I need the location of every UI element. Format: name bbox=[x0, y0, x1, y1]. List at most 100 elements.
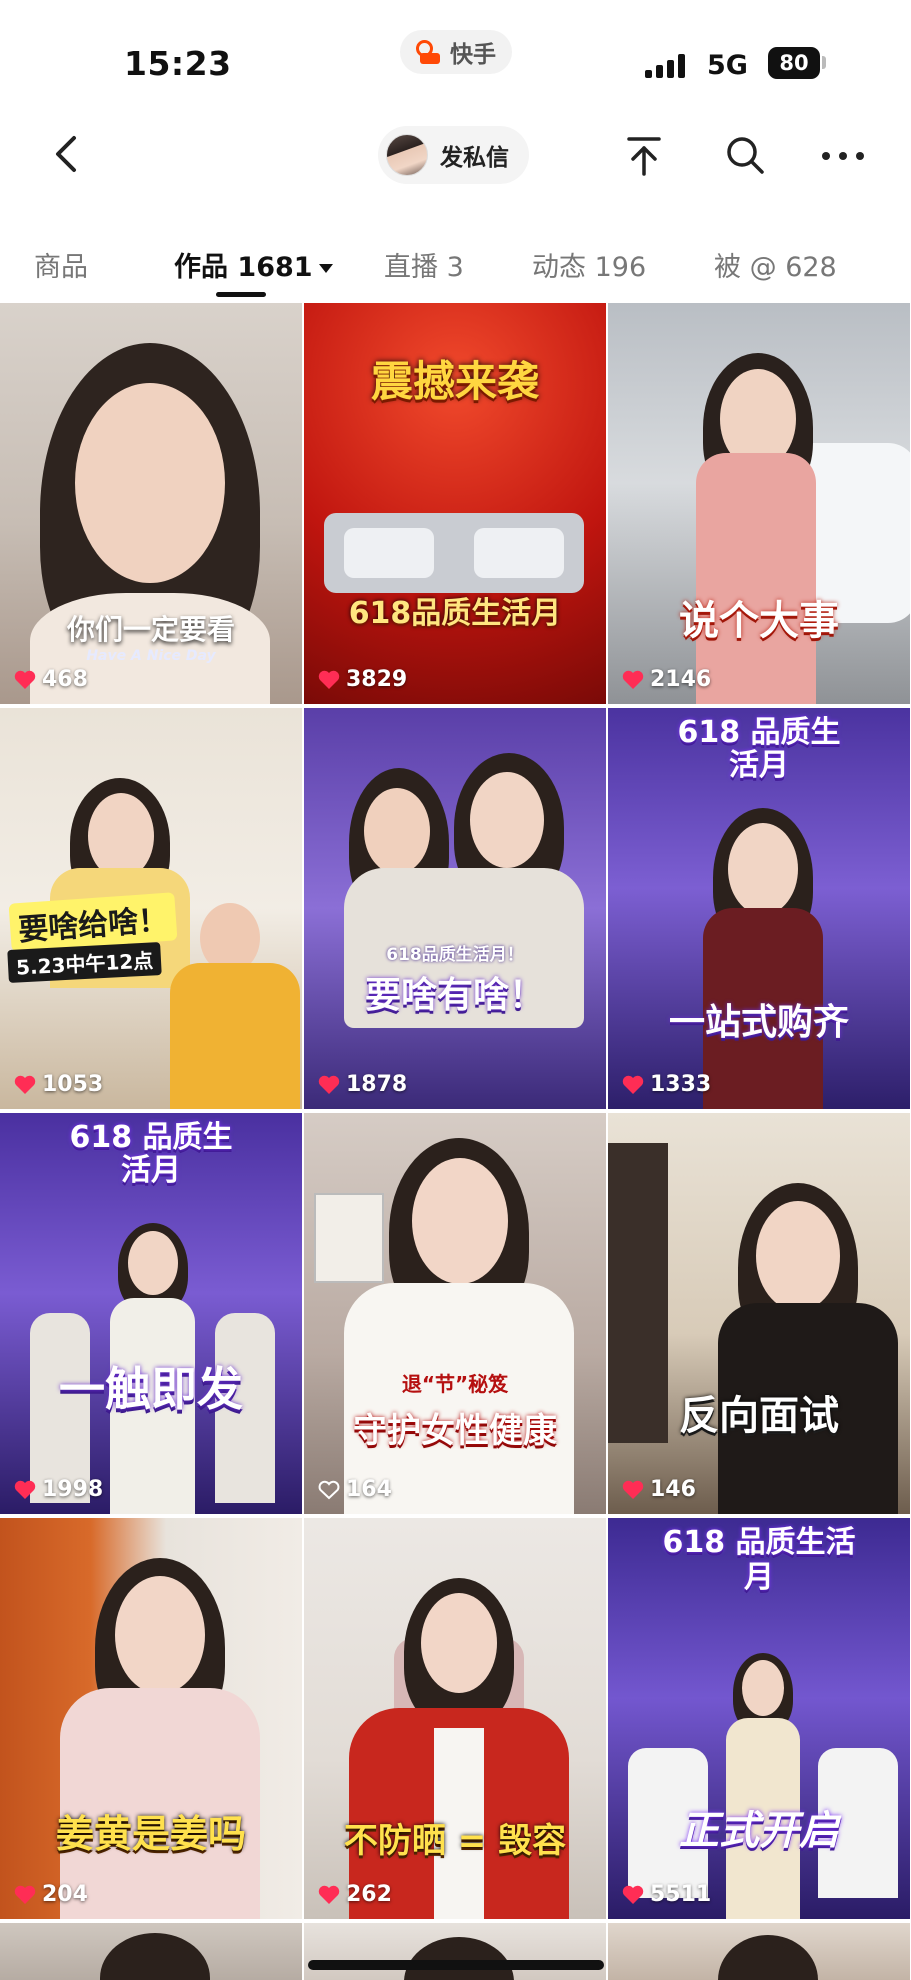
video-subcaption: 618品质生活月！ bbox=[386, 945, 524, 965]
video-tile[interactable]: 618 品质生活月 一触即发 1998 bbox=[0, 1113, 302, 1514]
video-tile[interactable]: 要啥给啥！ 5.23中午12点 1053 bbox=[0, 708, 302, 1109]
heart-icon bbox=[14, 1885, 36, 1904]
like-count-value: 2146 bbox=[650, 667, 712, 692]
video-tile-partial[interactable] bbox=[0, 1923, 302, 1980]
video-tile[interactable]: 618品质生活月！ 要啥有啥！ 1878 bbox=[304, 708, 606, 1109]
video-caption: 正式开启 bbox=[679, 1808, 839, 1854]
video-caption: 姜黄是姜吗 bbox=[55, 1812, 246, 1856]
like-count: 468 bbox=[14, 667, 88, 692]
video-grid: 你们一定要看 Have A Nice Day 468 震撼来袭 618品质生活月… bbox=[0, 303, 911, 1980]
like-count-value: 1053 bbox=[42, 1072, 104, 1097]
like-count: 2146 bbox=[622, 667, 711, 692]
tab-label: 被 @ bbox=[714, 252, 777, 283]
pin-top-icon[interactable] bbox=[624, 134, 664, 178]
like-count-value: 146 bbox=[650, 1477, 696, 1502]
video-caption: 说个大事 bbox=[679, 598, 839, 644]
heart-icon bbox=[622, 1480, 644, 1499]
heart-icon bbox=[318, 670, 340, 689]
battery-icon: 80 bbox=[768, 47, 820, 79]
home-indicator[interactable] bbox=[308, 1960, 604, 1970]
like-count-value: 5511 bbox=[650, 1882, 712, 1907]
like-count: 1998 bbox=[14, 1477, 103, 1502]
kuaishou-logo-icon bbox=[416, 40, 444, 64]
video-tile-partial[interactable] bbox=[304, 1923, 606, 1980]
video-tile[interactable]: 姜黄是姜吗 204 bbox=[0, 1518, 302, 1919]
status-time: 15:23 bbox=[124, 44, 232, 83]
send-message-label: 发私信 bbox=[440, 145, 509, 171]
heart-icon bbox=[318, 1885, 340, 1904]
network-label: 5G bbox=[707, 50, 748, 81]
battery-tip bbox=[822, 56, 826, 69]
video-subcaption: 618品质生活月 bbox=[348, 596, 562, 631]
video-subcaption: 退“节”秘笈 bbox=[401, 1372, 509, 1396]
like-count: 5511 bbox=[622, 1882, 711, 1907]
tab-count: 3 bbox=[446, 252, 464, 283]
video-subcaption: 618 品质生活月 bbox=[662, 1525, 856, 1595]
heart-icon bbox=[622, 1075, 644, 1094]
tab-count: 1681 bbox=[237, 252, 313, 283]
like-count: 262 bbox=[318, 1882, 392, 1907]
video-tile-partial[interactable] bbox=[608, 1923, 910, 1980]
video-tile[interactable]: 说个大事 2146 bbox=[608, 303, 910, 704]
like-count-value: 204 bbox=[42, 1882, 88, 1907]
like-count: 204 bbox=[14, 1882, 88, 1907]
like-count-value: 164 bbox=[346, 1477, 392, 1502]
video-subcaption: 618 品质生活月 bbox=[69, 1120, 233, 1188]
like-count: 164 bbox=[318, 1477, 392, 1502]
tab-label: 直播 bbox=[384, 252, 438, 283]
more-icon[interactable] bbox=[818, 136, 868, 176]
like-count-value: 468 bbox=[42, 667, 88, 692]
video-caption: 一站式购齐 bbox=[668, 1002, 849, 1043]
signal-icon bbox=[645, 52, 691, 78]
video-caption: 你们一定要看 bbox=[66, 613, 235, 646]
video-caption: 不防晒 = 毁容 bbox=[343, 1821, 567, 1861]
tab-count: 628 bbox=[785, 252, 837, 283]
video-caption: 守护女性健康 bbox=[353, 1411, 557, 1451]
like-count-value: 262 bbox=[346, 1882, 392, 1907]
heart-outline-icon bbox=[318, 1480, 340, 1499]
video-tile[interactable]: 你们一定要看 Have A Nice Day 468 bbox=[0, 303, 302, 704]
search-icon[interactable] bbox=[724, 134, 766, 176]
app-indicator[interactable]: 快手 bbox=[400, 30, 512, 74]
avatar bbox=[386, 134, 428, 176]
caret-down-icon[interactable] bbox=[318, 264, 333, 273]
active-tab-indicator bbox=[216, 292, 266, 297]
video-subcaption: 618 品质生活月 bbox=[677, 715, 841, 783]
heart-icon bbox=[622, 670, 644, 689]
video-caption: 震撼来袭 bbox=[370, 357, 539, 406]
video-caption: 反向面试 bbox=[679, 1393, 839, 1439]
tab-mentions[interactable]: 被 @ 628 bbox=[714, 245, 837, 284]
tab-products[interactable]: 商品 bbox=[34, 245, 88, 284]
back-icon[interactable] bbox=[46, 132, 90, 176]
video-tile[interactable]: 震撼来袭 618品质生活月 3829 bbox=[304, 303, 606, 704]
tab-count: 196 bbox=[594, 252, 647, 283]
profile-tabs: 商品 作品 1681 直播 3 动态 196 被 @ 628 bbox=[0, 225, 911, 297]
like-count: 3829 bbox=[318, 667, 407, 692]
video-caption: 要啥有啥！ bbox=[364, 975, 545, 1016]
heart-icon bbox=[14, 1075, 36, 1094]
like-count-value: 1998 bbox=[42, 1477, 104, 1502]
like-count-value: 3829 bbox=[346, 667, 408, 692]
battery-level: 80 bbox=[779, 51, 809, 75]
tab-label: 商品 bbox=[34, 252, 88, 283]
video-tile[interactable]: 反向面试 146 bbox=[608, 1113, 910, 1514]
profile-header: 发私信 bbox=[0, 110, 911, 200]
video-subcaption: Have A Nice Day bbox=[86, 648, 216, 664]
like-count: 1878 bbox=[318, 1072, 407, 1097]
like-count: 1333 bbox=[622, 1072, 711, 1097]
like-count: 146 bbox=[622, 1477, 696, 1502]
tab-live[interactable]: 直播 3 bbox=[384, 245, 464, 284]
tab-works[interactable]: 作品 1681 bbox=[174, 245, 333, 284]
heart-icon bbox=[622, 1885, 644, 1904]
video-tile[interactable]: 618 品质生活月 一站式购齐 1333 bbox=[608, 708, 910, 1109]
tab-moments[interactable]: 动态 196 bbox=[532, 245, 646, 284]
video-caption: 一触即发 bbox=[59, 1362, 243, 1416]
like-count-value: 1333 bbox=[650, 1072, 712, 1097]
video-tile[interactable]: 退“节”秘笈 守护女性健康 164 bbox=[304, 1113, 606, 1514]
app-name: 快手 bbox=[450, 42, 496, 68]
video-tile[interactable]: 618 品质生活月 正式开启 5511 bbox=[608, 1518, 910, 1919]
send-message-button[interactable]: 发私信 bbox=[378, 126, 529, 184]
like-count: 1053 bbox=[14, 1072, 103, 1097]
video-tile[interactable]: 不防晒 = 毁容 262 bbox=[304, 1518, 606, 1919]
tab-label: 动态 bbox=[532, 252, 586, 283]
